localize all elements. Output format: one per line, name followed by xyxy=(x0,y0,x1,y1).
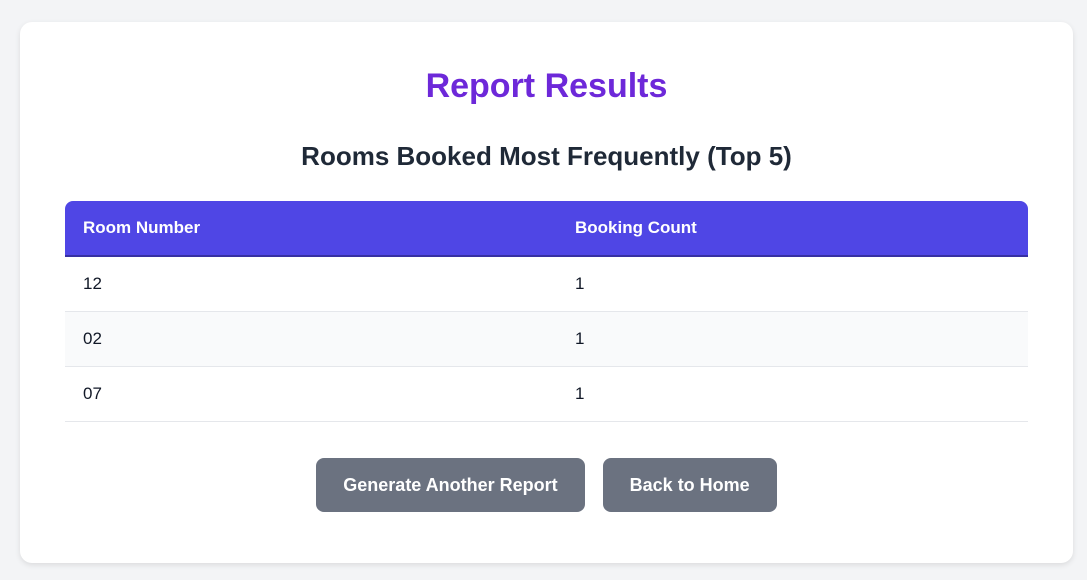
page-title: Report Results xyxy=(425,67,668,105)
header-row: Room Number Booking Count xyxy=(65,201,1028,257)
table-row: 12 1 xyxy=(65,256,1028,312)
back-to-home-button[interactable]: Back to Home xyxy=(602,458,777,512)
booking-count-cell: 1 xyxy=(557,256,1028,312)
table-row: 02 1 xyxy=(65,311,1028,367)
generate-another-report-button[interactable]: Generate Another Report xyxy=(316,458,585,512)
booking-count-cell: 1 xyxy=(557,366,1028,422)
action-buttons: Generate Another Report Back to Home xyxy=(65,458,1028,512)
table-header: Room Number Booking Count xyxy=(65,201,1028,257)
table-row: 07 1 xyxy=(65,366,1028,422)
room-number-cell: 02 xyxy=(65,311,557,367)
column-header-room-number: Room Number xyxy=(65,201,557,257)
report-table: Room Number Booking Count 12 1 02 1 07 1 xyxy=(65,201,1028,422)
booking-count-cell: 1 xyxy=(557,311,1028,367)
room-number-cell: 07 xyxy=(65,366,557,422)
report-card: Report Results Rooms Booked Most Frequen… xyxy=(20,22,1073,563)
column-header-booking-count: Booking Count xyxy=(557,201,1028,257)
table-body: 12 1 02 1 07 1 xyxy=(65,256,1028,422)
room-number-cell: 12 xyxy=(65,256,557,312)
report-heading: Rooms Booked Most Frequently (Top 5) xyxy=(301,141,792,171)
